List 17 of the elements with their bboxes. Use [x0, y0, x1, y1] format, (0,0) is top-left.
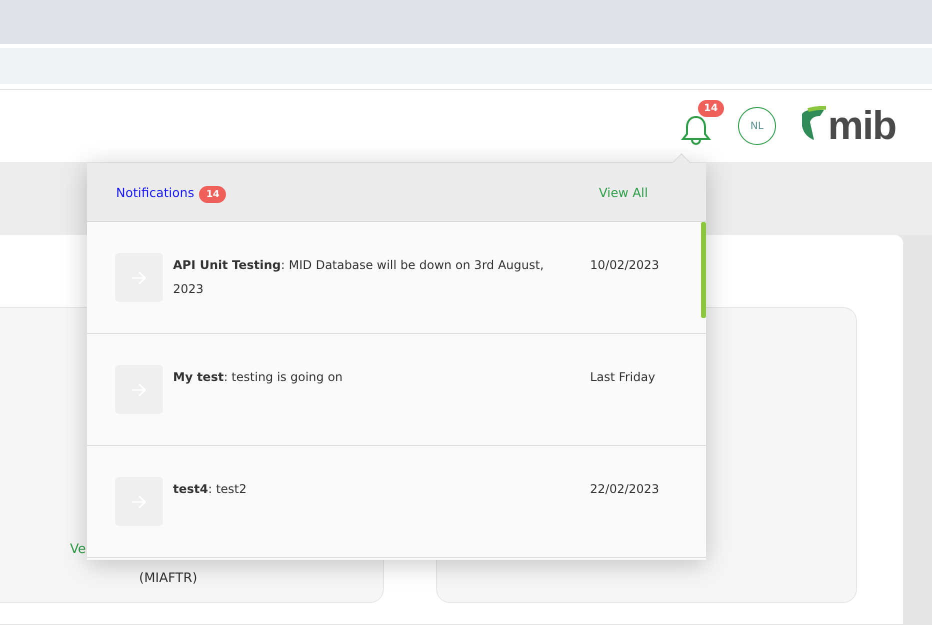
- view-all-link[interactable]: View All: [598, 184, 648, 200]
- notification-count-badge: 14: [698, 100, 724, 117]
- notification-date: Last Friday: [590, 369, 656, 386]
- notification-date: 10/02/2023: [590, 257, 660, 274]
- company-logo: mib: [800, 106, 896, 146]
- card-link[interactable]: Ve: [70, 542, 86, 557]
- user-avatar[interactable]: NL: [738, 107, 776, 145]
- notification-message[interactable]: My test: testing is going on: [173, 365, 578, 445]
- notification-message[interactable]: test4: test2: [173, 477, 578, 557]
- card-caption: (MIAFTR): [139, 571, 198, 586]
- notifications-title: Notifications: [116, 184, 194, 200]
- bell-icon: [680, 114, 712, 148]
- notification-message[interactable]: API Unit Testing: MID Database will be down on 3rd August, 2023: [173, 253, 578, 333]
- scrollbar-thumb[interactable]: [701, 222, 706, 318]
- notification-date: 22/02/2023: [590, 481, 660, 498]
- notification-count-badge: 14: [199, 186, 226, 202]
- notification-button[interactable]: 14: [676, 98, 728, 148]
